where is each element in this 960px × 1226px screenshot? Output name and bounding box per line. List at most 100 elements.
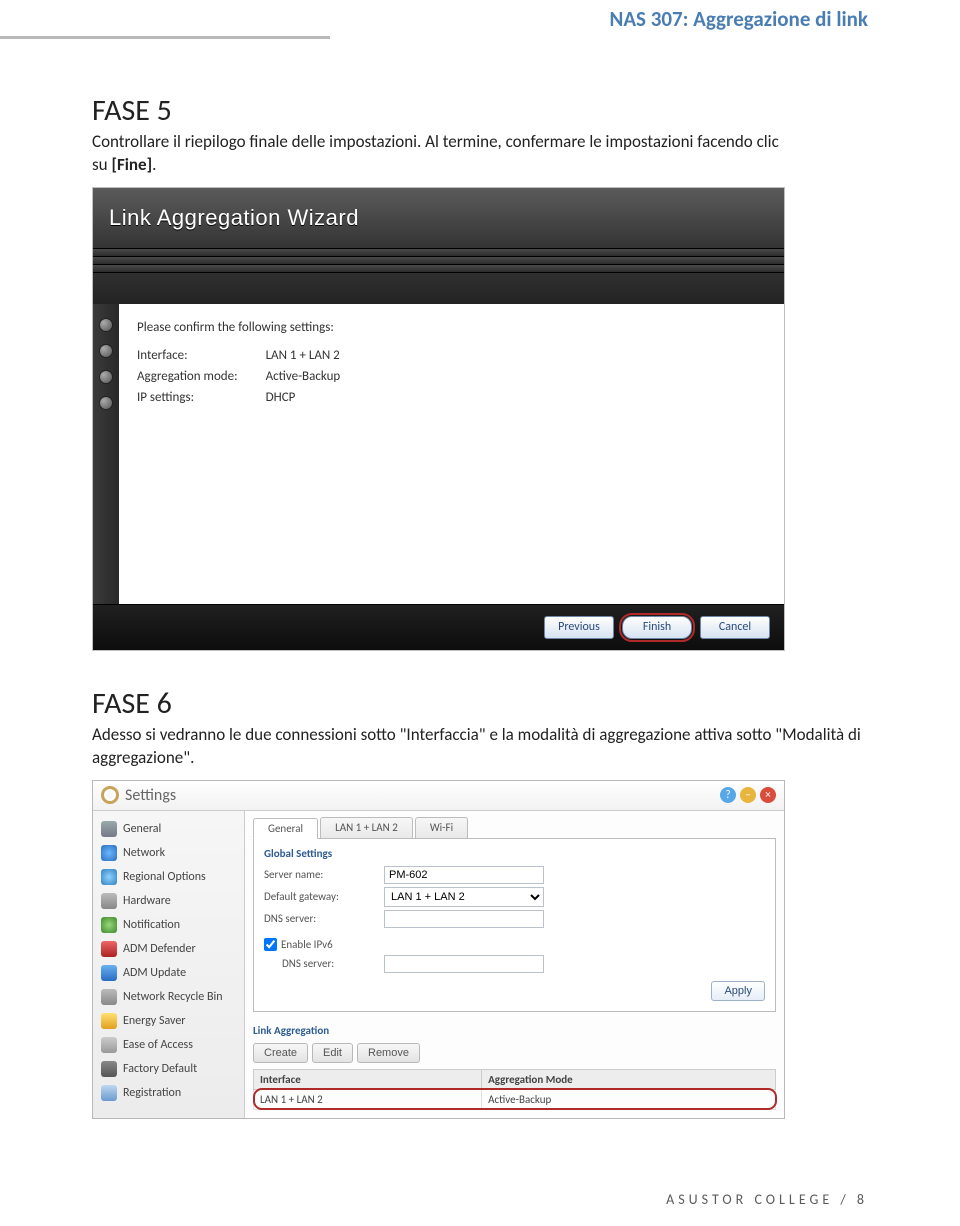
cell-interface: LAN 1 + LAN 2 (254, 1089, 482, 1109)
dns-input[interactable] (384, 910, 544, 928)
remove-button[interactable]: Remove (357, 1043, 420, 1063)
server-name-label: Server name: (264, 868, 374, 881)
sidebar-item-label: Network (123, 846, 165, 860)
close-icon[interactable]: × (760, 787, 776, 803)
registration-icon (101, 1085, 117, 1101)
globe-icon (101, 869, 117, 885)
sidebar-item-regional[interactable]: Regional Options (93, 865, 244, 889)
default-gateway-select[interactable]: LAN 1 + LAN 2 (384, 887, 544, 907)
fase6-heading: FASE 6 (92, 685, 868, 722)
enable-ipv6-checkbox[interactable] (264, 938, 277, 951)
tabs: General LAN 1 + LAN 2 Wi-Fi (253, 817, 776, 839)
fase5-heading: FASE 5 (92, 92, 868, 129)
wizard-subheader (93, 272, 784, 304)
finish-button[interactable]: Finish (622, 616, 692, 639)
settings-titlebar: Settings ? – × (93, 781, 784, 811)
recycle-icon (101, 989, 117, 1005)
cancel-button[interactable]: Cancel (700, 616, 770, 639)
sidebar-item-recycle[interactable]: Network Recycle Bin (93, 985, 244, 1009)
sidebar-item-factory[interactable]: Factory Default (93, 1057, 244, 1081)
sidebar-item-general[interactable]: General (93, 817, 244, 841)
settings-sidebar: General Network Regional Options Hardwar… (93, 811, 245, 1118)
wizard-step-indicator (93, 304, 119, 604)
sidebar-item-label: Ease of Access (123, 1038, 193, 1052)
sidebar-item-defender[interactable]: ADM Defender (93, 937, 244, 961)
fase5-line2-bold: [Fine] (111, 154, 152, 175)
minimize-icon[interactable]: – (740, 787, 756, 803)
sidebar-item-label: Network Recycle Bin (123, 990, 223, 1004)
sidebar-item-label: Energy Saver (123, 1014, 185, 1028)
col-mode: Aggregation Mode (482, 1069, 776, 1089)
fase6-body: Adesso si vedranno le due connessioni so… (92, 724, 868, 770)
aggregation-table: Interface Aggregation Mode LAN 1 + LAN 2… (253, 1069, 776, 1110)
global-settings-title: Global Settings (264, 847, 765, 860)
update-icon (101, 965, 117, 981)
sidebar-item-hardware[interactable]: Hardware (93, 889, 244, 913)
wizard-window: Link Aggregation Wizard Please confirm t… (92, 187, 785, 651)
sidebar-item-label: Registration (123, 1086, 181, 1100)
wizard-stripes (93, 248, 784, 272)
aggregation-row[interactable]: LAN 1 + LAN 2 Active-Backup (254, 1089, 776, 1109)
wizard-footer: Previous Finish Cancel (93, 604, 784, 650)
col-interface: Interface (254, 1069, 482, 1089)
wizard-confirm-text: Please confirm the following settings: (137, 320, 766, 335)
sidebar-item-label: ADM Update (123, 966, 186, 980)
ipv6-dns-label: DNS server: (282, 957, 374, 970)
header-rule (0, 36, 330, 39)
notification-icon (101, 917, 117, 933)
sidebar-item-label: ADM Defender (123, 942, 196, 956)
settings-main: General LAN 1 + LAN 2 Wi-Fi Global Setti… (245, 811, 784, 1118)
fase5-line2-prefix: su (92, 154, 111, 175)
sidebar-item-energy[interactable]: Energy Saver (93, 1009, 244, 1033)
fase5-body: Controllare il riepilogo finale delle im… (92, 131, 868, 177)
document-title: NAS 307: Aggregazione di link (92, 0, 868, 58)
cell-mode: Active-Backup (482, 1089, 776, 1109)
tab-wifi[interactable]: Wi-Fi (415, 817, 468, 838)
sidebar-item-registration[interactable]: Registration (93, 1081, 244, 1105)
dns-label: DNS server: (264, 912, 374, 925)
sidebar-item-label: Notification (123, 918, 180, 932)
tab-lan[interactable]: LAN 1 + LAN 2 (320, 817, 413, 838)
network-icon (101, 845, 117, 861)
default-gateway-label: Default gateway: (264, 890, 374, 903)
wizard-row-value: LAN 1 + LAN 2 (266, 345, 369, 366)
fase5-line1: Controllare il riepilogo finale delle im… (92, 131, 779, 152)
wizard-row-label: Interface: (137, 345, 266, 366)
general-icon (101, 821, 117, 837)
tab-general[interactable]: General (253, 818, 318, 839)
server-name-input[interactable] (384, 866, 544, 884)
wizard-title: Link Aggregation Wizard (93, 188, 784, 248)
apply-button[interactable]: Apply (711, 981, 765, 1001)
wizard-row-value: Active-Backup (266, 366, 369, 387)
energy-icon (101, 1013, 117, 1029)
shield-icon (101, 941, 117, 957)
sidebar-item-label: Hardware (123, 894, 171, 908)
hardware-icon (101, 893, 117, 909)
global-settings-panel: Global Settings Server name: Default gat… (253, 839, 776, 1012)
sidebar-item-label: General (123, 822, 161, 836)
settings-title: Settings (125, 786, 176, 805)
help-icon[interactable]: ? (720, 787, 736, 803)
sidebar-item-label: Regional Options (123, 870, 206, 884)
create-button[interactable]: Create (253, 1043, 308, 1063)
fase5-line2-suffix: . (152, 154, 156, 175)
enable-ipv6-label: Enable IPv6 (281, 938, 333, 951)
wizard-content: Please confirm the following settings: I… (119, 304, 784, 604)
previous-button[interactable]: Previous (544, 616, 614, 639)
sidebar-item-network[interactable]: Network (93, 841, 244, 865)
settings-window: Settings ? – × General Network Regional … (92, 780, 785, 1119)
sidebar-item-update[interactable]: ADM Update (93, 961, 244, 985)
ipv6-dns-input[interactable] (384, 955, 544, 973)
sidebar-item-label: Factory Default (123, 1062, 197, 1076)
sidebar-item-notification[interactable]: Notification (93, 913, 244, 937)
ease-icon (101, 1037, 117, 1053)
wizard-row-label: IP settings: (137, 387, 266, 408)
wizard-row-value: DHCP (266, 387, 369, 408)
page-footer: ASUSTOR COLLEGE / 8 (666, 1191, 868, 1208)
link-aggregation-title: Link Aggregation (253, 1024, 776, 1037)
factory-icon (101, 1061, 117, 1077)
wizard-row-label: Aggregation mode: (137, 366, 266, 387)
settings-icon (101, 786, 119, 804)
sidebar-item-ease[interactable]: Ease of Access (93, 1033, 244, 1057)
edit-button[interactable]: Edit (312, 1043, 353, 1063)
